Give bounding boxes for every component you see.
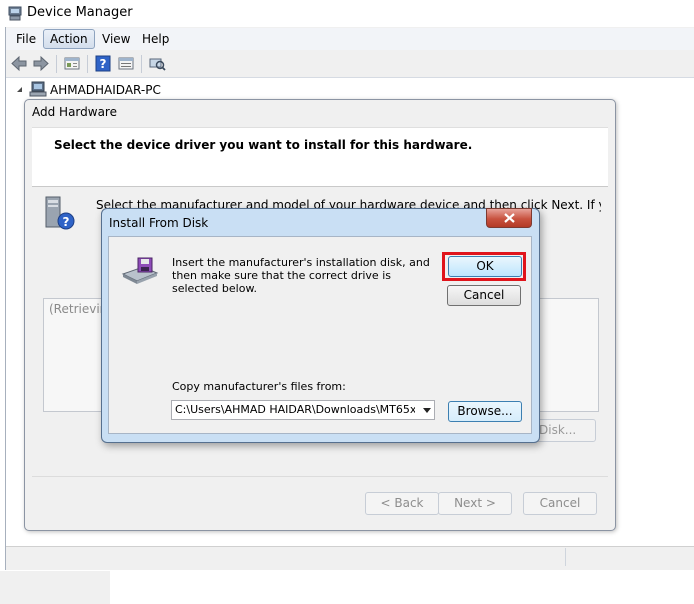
back-arrow-icon[interactable] — [10, 55, 28, 72]
tree-expand-icon[interactable] — [16, 86, 24, 94]
toolbar-separator — [141, 55, 142, 73]
device-manager-icon — [8, 6, 22, 21]
wizard-separator — [32, 476, 608, 477]
wizard-title: Add Hardware — [32, 105, 117, 119]
menu-bar: File Action View Help — [6, 28, 694, 50]
browse-button[interactable]: Browse... — [448, 401, 522, 422]
status-bar — [6, 546, 694, 569]
toolbar-separator — [56, 55, 57, 73]
wizard-header — [32, 127, 608, 187]
menu-file[interactable]: File — [10, 30, 42, 48]
menu-view[interactable]: View — [96, 30, 136, 48]
disk-drive-icon — [121, 257, 159, 284]
back-button[interactable]: < Back — [365, 492, 439, 515]
dialog-cancel-button[interactable]: Cancel — [447, 285, 521, 306]
close-icon — [504, 213, 515, 223]
hardware-help-icon: ? — [45, 196, 75, 230]
toolbar: ? — [6, 51, 694, 78]
next-button[interactable]: Next > — [438, 492, 512, 515]
svg-text:?: ? — [100, 57, 107, 71]
tree-root-computer[interactable]: AHMADHAIDAR-PC — [50, 83, 161, 97]
chevron-down-icon[interactable] — [420, 402, 434, 418]
menu-help[interactable]: Help — [136, 30, 175, 48]
close-button[interactable] — [486, 208, 532, 228]
scan-hardware-icon[interactable] — [148, 55, 166, 72]
toolbar-separator — [87, 55, 88, 73]
properties-icon[interactable] — [63, 55, 81, 72]
dialog-title: Install From Disk — [109, 216, 209, 230]
window-title: Device Manager — [27, 5, 133, 20]
wizard-heading: Select the device driver you want to ins… — [54, 138, 473, 152]
status-bar-divider — [565, 548, 566, 566]
show-hidden-icon[interactable] — [117, 55, 135, 72]
taskbar-area — [0, 571, 110, 604]
help-icon[interactable]: ? — [94, 55, 112, 72]
forward-arrow-icon[interactable] — [32, 55, 50, 72]
svg-text:?: ? — [63, 215, 70, 229]
wizard-cancel-button[interactable]: Cancel — [523, 492, 597, 515]
computer-icon — [29, 81, 47, 97]
source-path-value[interactable]: C:\Users\AHMAD HAIDAR\Downloads\MT65xx_U — [175, 403, 415, 416]
copy-files-label: Copy manufacturer's files from: — [172, 380, 346, 393]
menu-action[interactable]: Action — [43, 29, 95, 49]
ok-button[interactable]: OK — [448, 256, 522, 277]
dialog-message: Insert the manufacturer's installation d… — [172, 256, 430, 295]
